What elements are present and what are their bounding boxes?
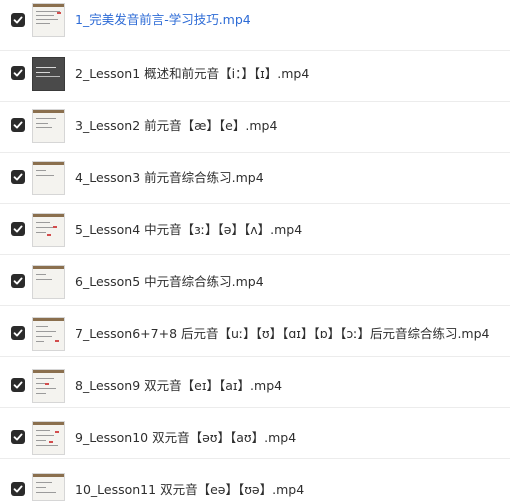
file-name-link[interactable]: 7_Lesson6+7+8 后元音【uː】【ʊ】【ɑɪ】【ɒ】【ɔː】后元音综合… [75, 326, 490, 342]
file-name-link[interactable]: 4_Lesson3 前元音综合练习.mp4 [75, 170, 264, 186]
checkmark-icon [13, 225, 23, 233]
video-thumbnail[interactable] [32, 161, 65, 195]
file-checkbox[interactable] [11, 170, 25, 184]
file-name-link[interactable]: 1_完美发音前言-学习技巧.mp4 [75, 12, 251, 28]
file-checkbox[interactable] [11, 378, 25, 392]
file-list: 1_完美发音前言-学习技巧.mp4 2_Lesson1 概述和前元音【i：】【ɪ… [0, 0, 510, 501]
video-thumbnail[interactable] [32, 369, 65, 403]
file-checkbox[interactable] [11, 482, 25, 496]
file-row-3[interactable]: 3_Lesson2 前元音【æ】【e】.mp4 [0, 102, 510, 153]
checkmark-icon [13, 381, 23, 389]
video-thumbnail[interactable] [32, 473, 65, 501]
file-name-link[interactable]: 3_Lesson2 前元音【æ】【e】.mp4 [75, 118, 277, 134]
file-row-7[interactable]: 7_Lesson6+7+8 后元音【uː】【ʊ】【ɑɪ】【ɒ】【ɔː】后元音综合… [0, 306, 510, 357]
video-thumbnail[interactable] [32, 213, 65, 247]
file-checkbox[interactable] [11, 274, 25, 288]
file-checkbox[interactable] [11, 222, 25, 236]
file-row-8[interactable]: 8_Lesson9 双元音【eɪ】【aɪ】.mp4 [0, 357, 510, 408]
file-name-link[interactable]: 2_Lesson1 概述和前元音【i：】【ɪ】.mp4 [75, 66, 309, 82]
file-row-1[interactable]: 1_完美发音前言-学习技巧.mp4 [0, 0, 510, 51]
file-name-link[interactable]: 8_Lesson9 双元音【eɪ】【aɪ】.mp4 [75, 378, 282, 394]
checkmark-icon [13, 173, 23, 181]
checkmark-icon [13, 329, 23, 337]
checkmark-icon [13, 16, 23, 24]
file-row-10[interactable]: 10_Lesson11 双元音【eə】【ʊə】.mp4 [0, 459, 510, 501]
video-thumbnail[interactable] [32, 3, 65, 37]
file-checkbox[interactable] [11, 430, 25, 444]
video-thumbnail[interactable] [32, 265, 65, 299]
video-thumbnail[interactable] [32, 317, 65, 351]
checkmark-icon [13, 433, 23, 441]
file-row-6[interactable]: 6_Lesson5 中元音综合练习.mp4 [0, 255, 510, 306]
file-checkbox[interactable] [11, 118, 25, 132]
checkmark-icon [13, 69, 23, 77]
file-name-link[interactable]: 9_Lesson10 双元音【əʊ】【aʊ】.mp4 [75, 430, 296, 446]
file-row-2[interactable]: 2_Lesson1 概述和前元音【i：】【ɪ】.mp4 [0, 51, 510, 102]
checkmark-icon [13, 485, 23, 493]
file-row-5[interactable]: 5_Lesson4 中元音【ɜː】【ə】【ʌ】.mp4 [0, 204, 510, 255]
video-thumbnail[interactable] [32, 109, 65, 143]
file-checkbox[interactable] [11, 13, 25, 27]
file-name-link[interactable]: 5_Lesson4 中元音【ɜː】【ə】【ʌ】.mp4 [75, 222, 302, 238]
video-thumbnail[interactable] [32, 421, 65, 455]
checkmark-icon [13, 121, 23, 129]
video-thumbnail[interactable] [32, 57, 65, 91]
checkmark-icon [13, 277, 23, 285]
file-checkbox[interactable] [11, 66, 25, 80]
file-row-4[interactable]: 4_Lesson3 前元音综合练习.mp4 [0, 153, 510, 204]
file-name-link[interactable]: 10_Lesson11 双元音【eə】【ʊə】.mp4 [75, 482, 304, 498]
file-checkbox[interactable] [11, 326, 25, 340]
file-row-9[interactable]: 9_Lesson10 双元音【əʊ】【aʊ】.mp4 [0, 408, 510, 459]
file-name-link[interactable]: 6_Lesson5 中元音综合练习.mp4 [75, 274, 264, 290]
